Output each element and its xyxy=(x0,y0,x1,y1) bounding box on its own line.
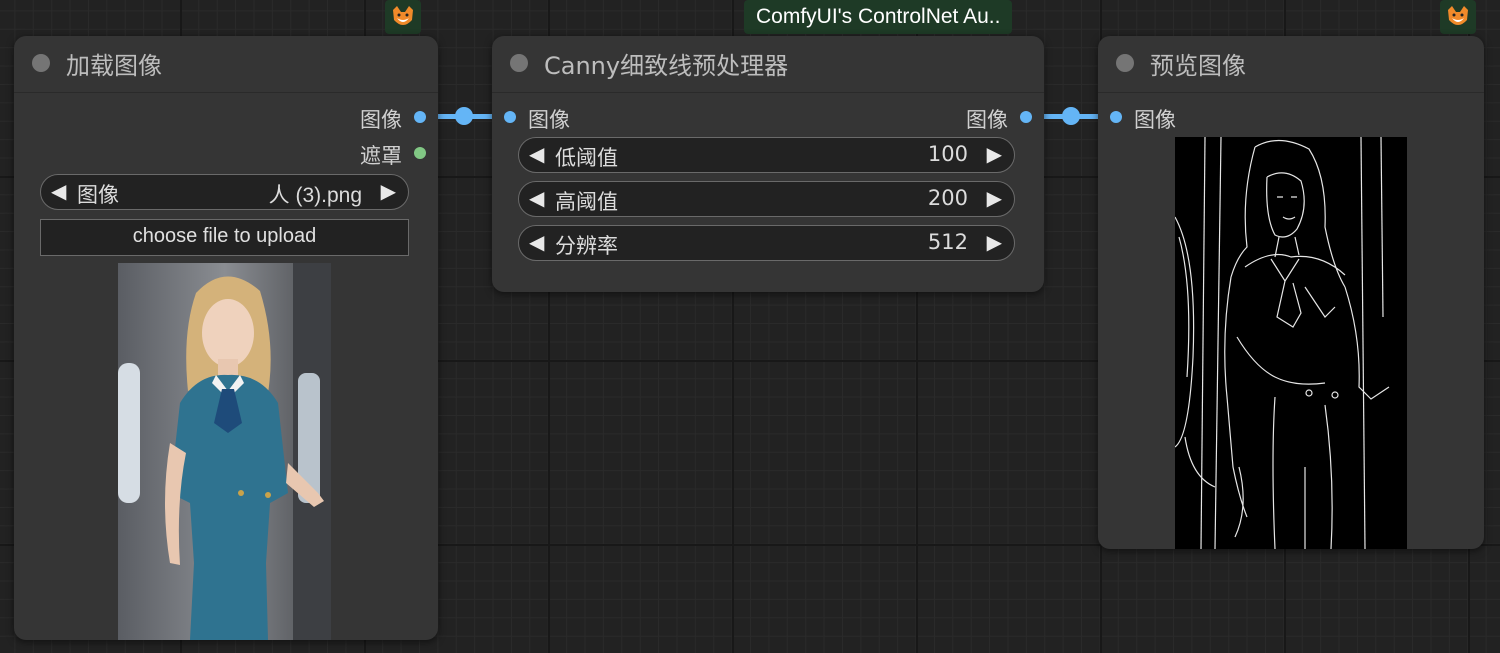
arrow-right-icon[interactable]: ▶ xyxy=(987,142,1002,166)
widget-value: 200 xyxy=(927,186,968,210)
edge-preview xyxy=(1175,137,1407,549)
fox-badge-right xyxy=(1440,0,1476,34)
high-threshold-widget[interactable]: ◀ 高阈值 200 ▶ xyxy=(518,181,1015,217)
widget-label: 分辨率 xyxy=(555,234,618,258)
controlnet-aux-badge: ComfyUI's ControlNet Au.. xyxy=(744,0,1013,34)
low-threshold-widget[interactable]: ◀ 低阈值 100 ▶ xyxy=(518,137,1015,173)
input-image-socket[interactable] xyxy=(1110,111,1122,123)
upload-button[interactable]: choose file to upload xyxy=(40,219,409,256)
output-image-socket[interactable] xyxy=(1020,111,1032,123)
node-title: 预览图像 xyxy=(1150,52,1246,80)
arrow-left-icon[interactable]: ◀ xyxy=(529,186,544,210)
fox-icon xyxy=(1448,6,1468,25)
node-title: 加载图像 xyxy=(66,52,162,80)
collapse-dot[interactable] xyxy=(510,54,528,72)
output-image-label: 图像 xyxy=(360,108,402,132)
output-image-label: 图像 xyxy=(966,108,1008,132)
arrow-left-icon[interactable]: ◀ xyxy=(529,142,544,166)
input-image-socket[interactable] xyxy=(504,111,516,123)
widget-value: 512 xyxy=(927,230,968,254)
arrow-right-icon[interactable]: ▶ xyxy=(987,186,1002,210)
output-image-socket[interactable] xyxy=(414,111,426,123)
arrow-left-icon[interactable]: ◀ xyxy=(51,179,66,203)
fox-badge-left xyxy=(385,0,421,34)
node-header[interactable]: Canny细致线预处理器 xyxy=(492,36,1044,93)
node-header[interactable]: 预览图像 xyxy=(1098,36,1484,93)
input-image-label: 图像 xyxy=(528,108,570,132)
collapse-dot[interactable] xyxy=(32,54,50,72)
photo-preview xyxy=(118,263,331,640)
widget-label: 高阈值 xyxy=(555,190,618,214)
widget-value: 100 xyxy=(927,142,968,166)
fox-icon xyxy=(393,6,413,25)
link-midpoint-knob[interactable] xyxy=(455,107,473,125)
output-mask-socket[interactable] xyxy=(414,147,426,159)
arrow-left-icon[interactable]: ◀ xyxy=(529,230,544,254)
widget-label: 低阈值 xyxy=(555,146,618,170)
arrow-right-icon[interactable]: ▶ xyxy=(381,179,396,203)
arrow-right-icon[interactable]: ▶ xyxy=(987,230,1002,254)
node-title: Canny细致线预处理器 xyxy=(544,52,789,80)
link-midpoint-knob[interactable] xyxy=(1062,107,1080,125)
resolution-widget[interactable]: ◀ 分辨率 512 ▶ xyxy=(518,225,1015,261)
image-select-widget[interactable]: ◀ 图像 人 (3).png ▶ xyxy=(40,174,409,210)
output-mask-label: 遮罩 xyxy=(360,144,402,168)
collapse-dot[interactable] xyxy=(1116,54,1134,72)
node-header[interactable]: 加载图像 xyxy=(14,36,438,93)
widget-label: 图像 xyxy=(77,183,119,207)
widget-value: 人 (3).png xyxy=(268,184,362,207)
input-image-label: 图像 xyxy=(1134,108,1176,132)
